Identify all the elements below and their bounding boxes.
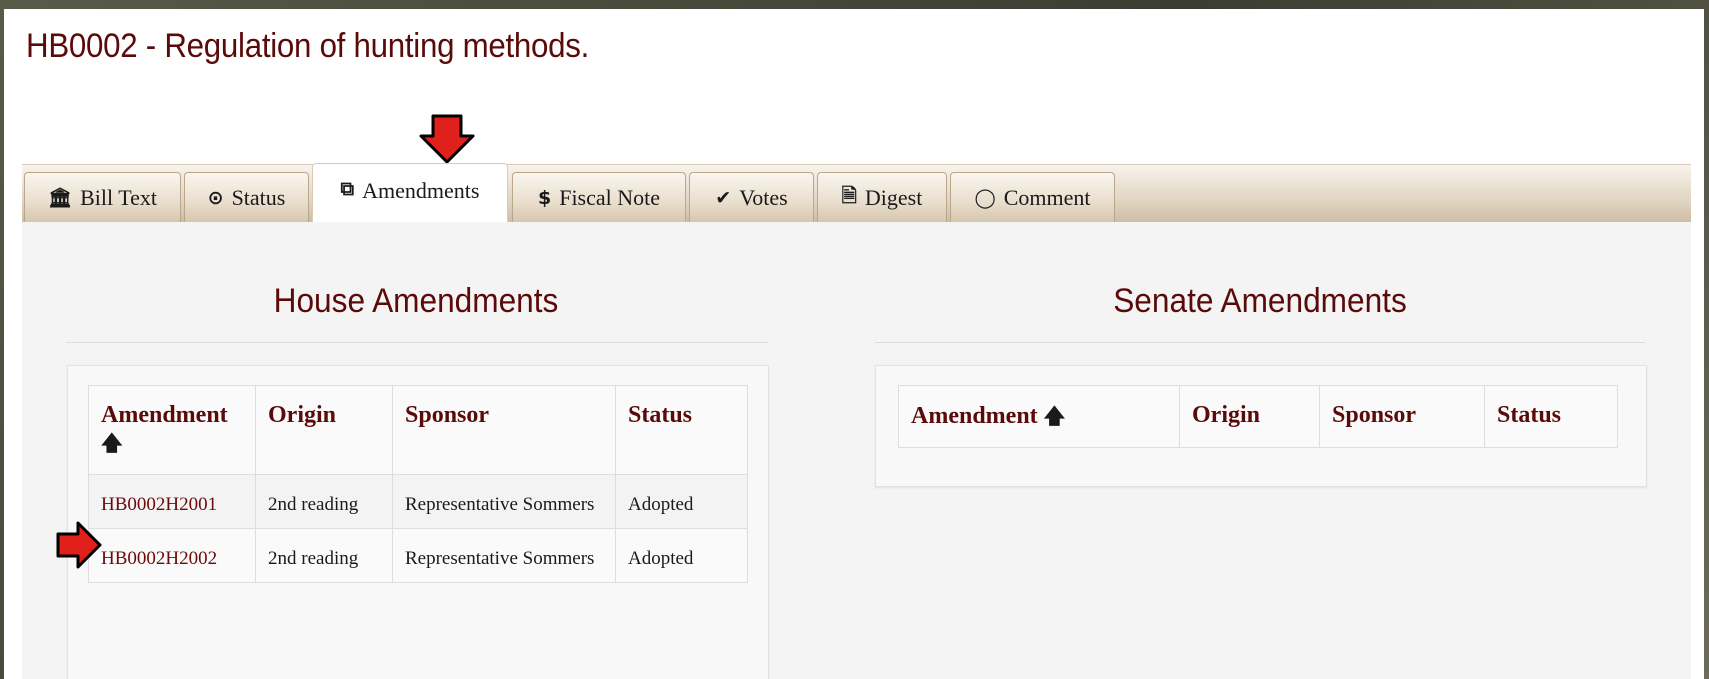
- table-row: HB0002H2002 2nd reading Representative S…: [88, 528, 748, 583]
- tab-label: Comment: [1003, 184, 1091, 210]
- annotation-arrow-down-icon: [419, 114, 475, 164]
- document-icon: 🗎: [841, 184, 857, 207]
- tab-bar: 🏛 Bill Text ⊙ Status ⧉ Amendments $ Fisc…: [22, 163, 1691, 224]
- column-header-status[interactable]: Status: [1484, 385, 1618, 448]
- column-header-status[interactable]: Status: [615, 385, 748, 475]
- origin-cell: 2nd reading: [255, 474, 393, 529]
- tab-fiscal-note[interactable]: $ Fiscal Note: [512, 172, 686, 222]
- amendment-link[interactable]: HB0002H2002: [101, 548, 217, 569]
- tab-label: Bill Text: [80, 184, 158, 210]
- sort-ascending-icon[interactable]: 🡅: [1044, 404, 1066, 428]
- clock-icon: ⊙: [207, 186, 224, 209]
- tab-label: Digest: [864, 184, 923, 210]
- bank-icon: 🏛: [47, 187, 73, 209]
- house-amendments-title: House Amendments: [273, 282, 559, 320]
- divider: [875, 342, 1645, 343]
- column-header-amendment[interactable]: Amendment 🡅: [898, 385, 1180, 448]
- comment-icon: ◯: [974, 186, 996, 209]
- column-header-origin[interactable]: Origin: [255, 385, 393, 475]
- table-row: HB0002H2001 2nd reading Representative S…: [88, 474, 748, 529]
- house-amendments-table: Amendment 🡅 Origin Sponsor Status HB0002…: [88, 385, 748, 583]
- tab-label: Amendments: [362, 178, 480, 203]
- column-header-origin[interactable]: Origin: [1179, 385, 1320, 448]
- tab-label: Status: [231, 184, 286, 210]
- tab-votes[interactable]: ✔ Votes: [689, 172, 814, 222]
- sponsor-cell: Representative Sommers: [392, 528, 616, 583]
- status-cell: Adopted: [615, 528, 748, 583]
- column-header-sponsor[interactable]: Sponsor: [392, 385, 616, 475]
- column-header-sponsor[interactable]: Sponsor: [1319, 385, 1485, 448]
- column-header-amendment[interactable]: Amendment 🡅: [88, 385, 256, 475]
- annotation-arrow-right-icon: [56, 521, 102, 569]
- tab-label: Votes: [739, 184, 788, 210]
- tab-content: House Amendments Amendment 🡅 Origin Spon…: [22, 222, 1691, 679]
- senate-amendments-title: Senate Amendments: [1113, 282, 1407, 320]
- tab-bill-text[interactable]: 🏛 Bill Text: [24, 172, 181, 222]
- senate-amendments-panel: Amendment 🡅 Origin Sponsor Status: [875, 365, 1647, 487]
- check-icon: ✔: [715, 186, 732, 209]
- tab-status[interactable]: ⊙ Status: [184, 172, 309, 222]
- tab-amendments[interactable]: ⧉ Amendments: [312, 163, 508, 224]
- table-header-row: Amendment 🡅 Origin Sponsor Status: [898, 385, 1618, 448]
- senate-amendments-table: Amendment 🡅 Origin Sponsor Status: [898, 385, 1618, 448]
- status-cell: Adopted: [615, 474, 748, 529]
- table-header-row: Amendment 🡅 Origin Sponsor Status: [88, 385, 748, 475]
- sort-ascending-icon[interactable]: 🡅: [101, 431, 123, 455]
- house-amendments-panel: Amendment 🡅 Origin Sponsor Status HB0002…: [67, 365, 769, 679]
- tab-label: Fiscal Note: [559, 184, 661, 210]
- page-title: HB0002 - Regulation of hunting methods.: [26, 27, 590, 65]
- origin-cell: 2nd reading: [255, 528, 393, 583]
- divider: [66, 342, 768, 343]
- tab-comment[interactable]: ◯ Comment: [950, 172, 1115, 222]
- copy-icon: ⧉: [340, 178, 355, 200]
- tab-digest[interactable]: 🗎 Digest: [817, 172, 947, 222]
- dollar-icon: $: [537, 186, 552, 209]
- sponsor-cell: Representative Sommers: [392, 474, 616, 529]
- amendment-link[interactable]: HB0002H2001: [101, 494, 217, 515]
- app-window: HB0002 - Regulation of hunting methods. …: [4, 9, 1704, 679]
